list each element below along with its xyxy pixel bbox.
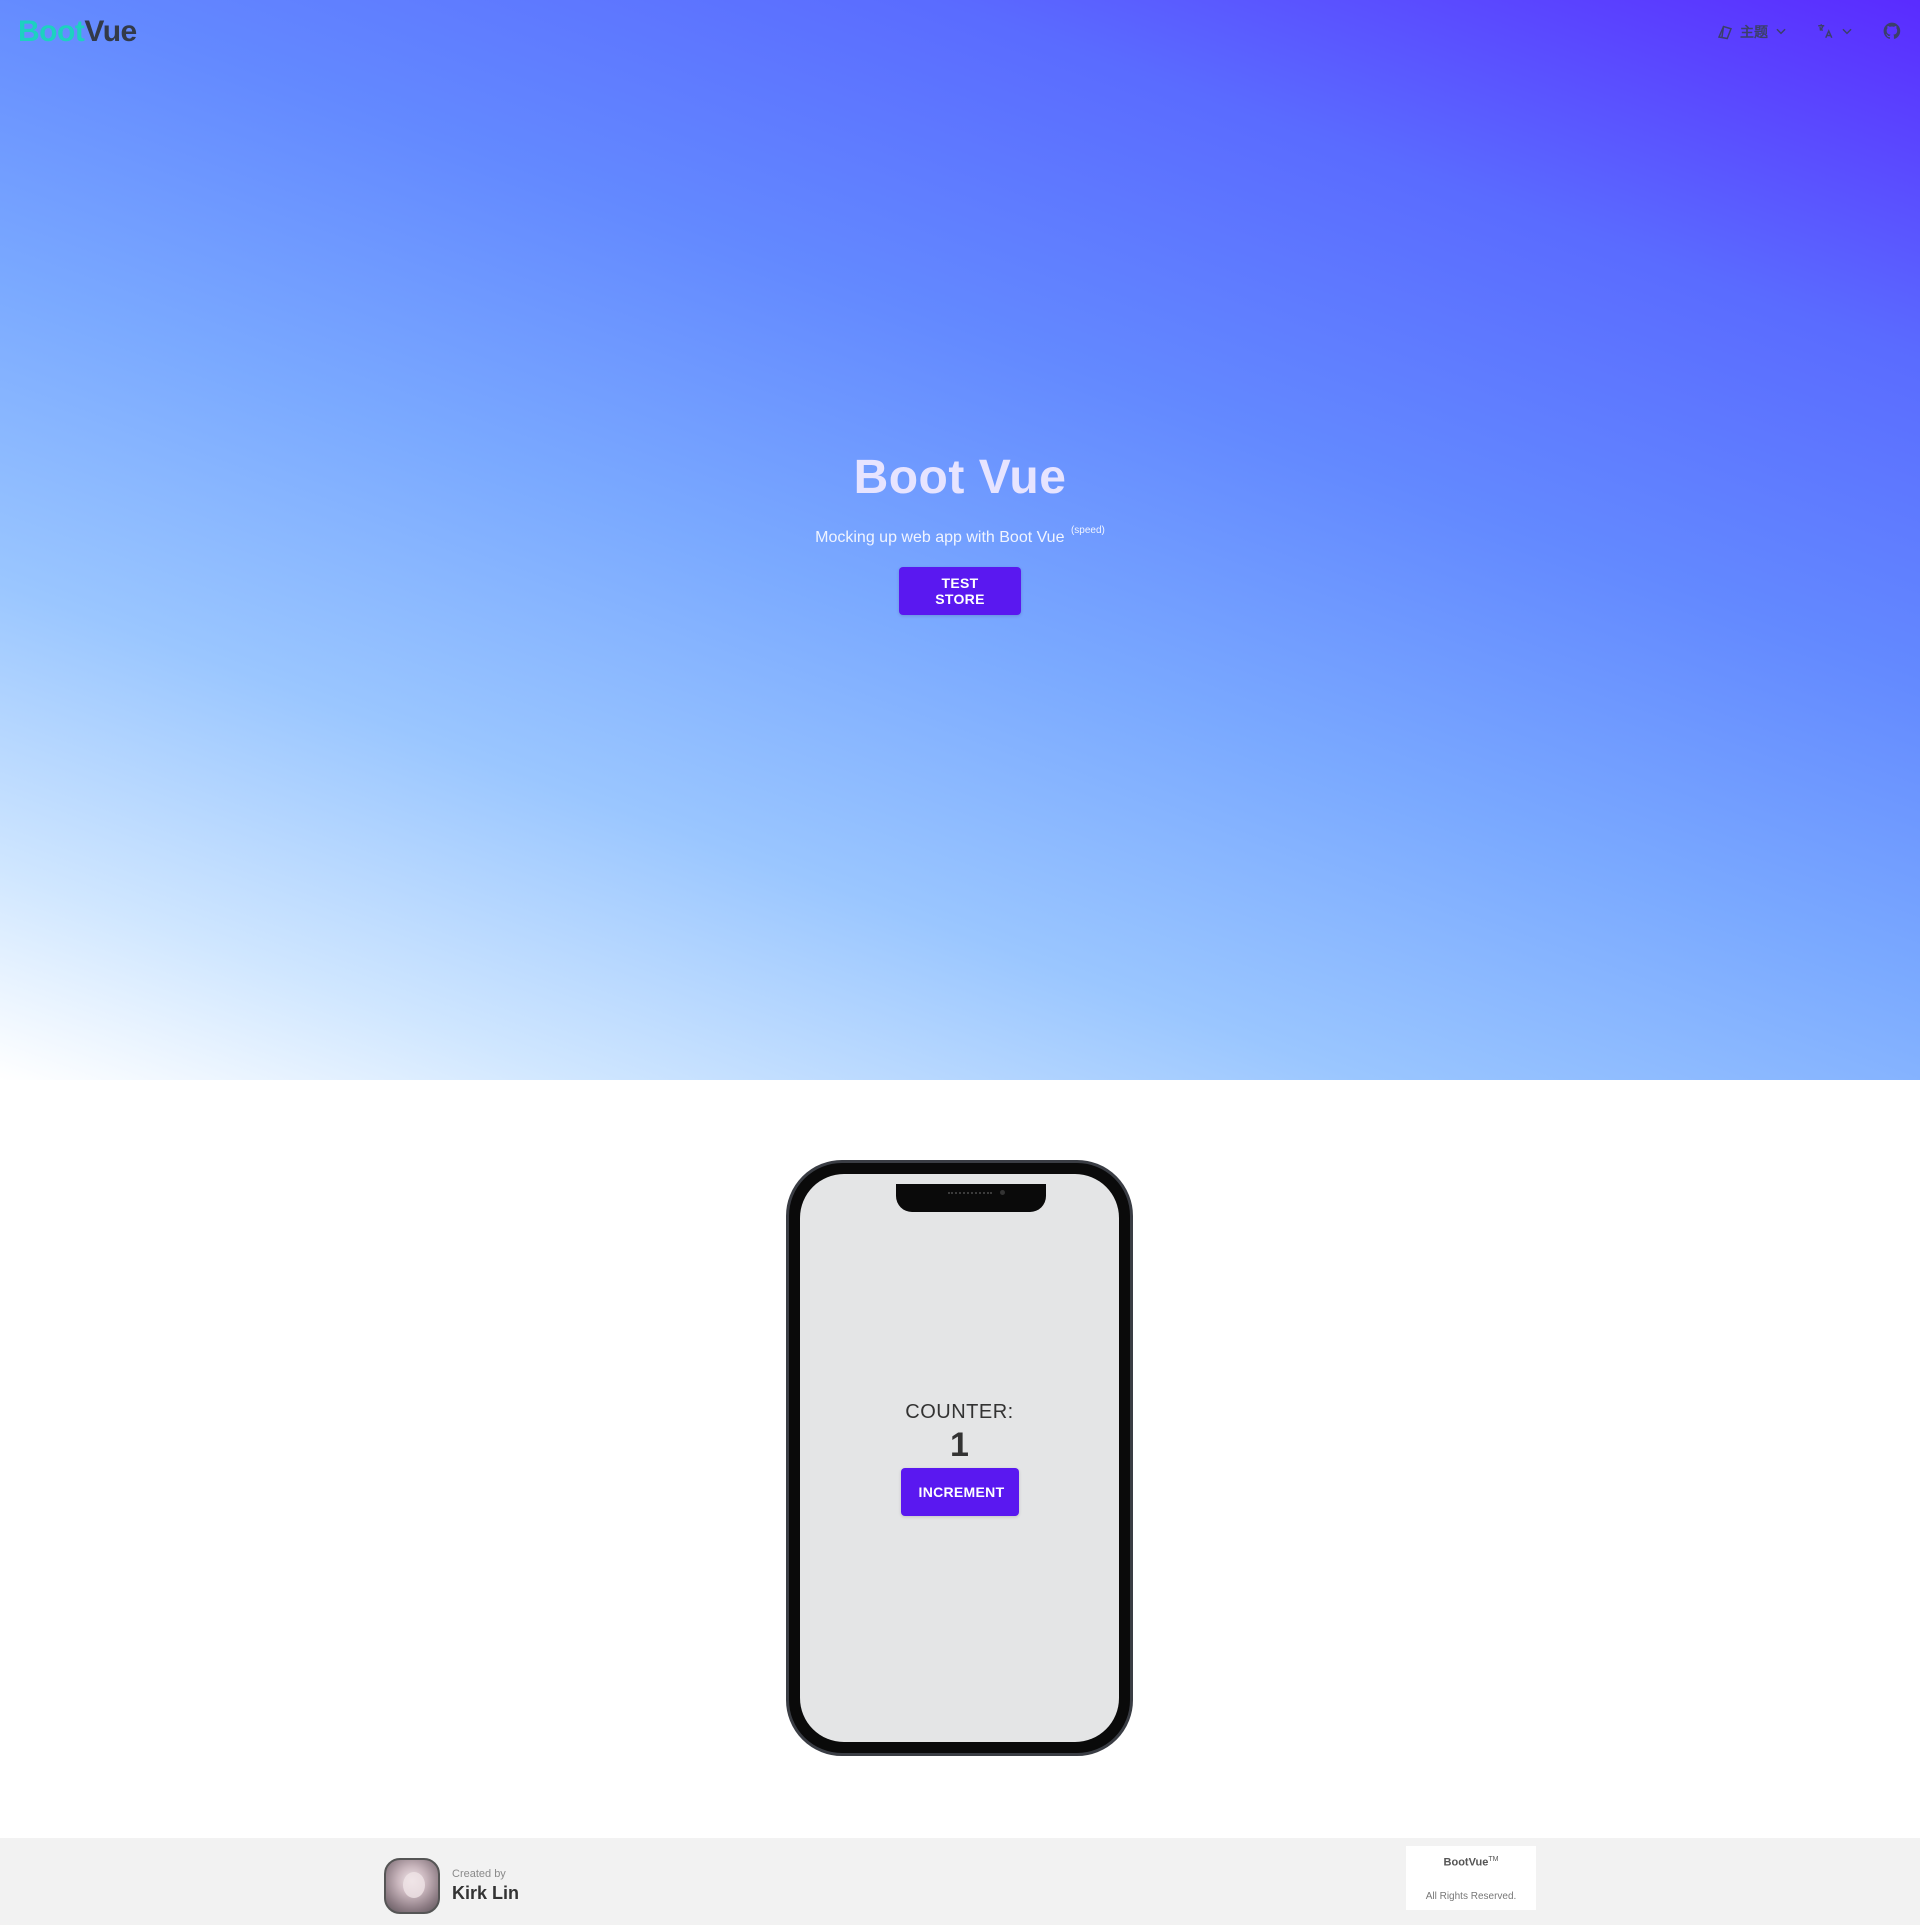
- counter-value: 1: [950, 1425, 969, 1464]
- chevron-down-icon: [1774, 24, 1788, 41]
- author-name[interactable]: Kirk Lin: [452, 1883, 519, 1904]
- increment-button[interactable]: INCREMENT: [900, 1467, 1019, 1516]
- chevron-down-icon: [1840, 24, 1854, 41]
- brand-part-boot: Boot: [18, 15, 85, 48]
- theme-dropdown[interactable]: 主题: [1716, 22, 1788, 43]
- brand-logo[interactable]: BootVue: [18, 15, 137, 49]
- hero-subtitle-sup: (speed): [1070, 525, 1105, 536]
- speaker-grille: [948, 1192, 992, 1194]
- camera-dot: [1000, 1190, 1005, 1195]
- avatar[interactable]: [384, 1858, 440, 1914]
- hero-content: Boot Vue Mocking up web app with Boot Vu…: [0, 450, 1920, 615]
- phone-screen: COUNTER: 1 INCREMENT: [800, 1174, 1119, 1742]
- phone-mockup: COUNTER: 1 INCREMENT: [786, 1160, 1133, 1756]
- hero-section: BootVue 主题 Boot Vue Mocking up web app w…: [0, 0, 1920, 1080]
- brand-part-vue: Vue: [84, 15, 137, 48]
- trademark-symbol: TM: [1488, 1856, 1499, 1863]
- palette-icon: [1716, 22, 1734, 43]
- navbar: BootVue 主题: [0, 0, 1920, 64]
- created-by-label: Created by: [452, 1868, 506, 1880]
- test-store-button[interactable]: TEST STORE: [899, 567, 1021, 615]
- author-text: Created by Kirk Lin: [452, 1868, 519, 1904]
- counter-label: COUNTER:: [905, 1400, 1014, 1423]
- theme-label: 主题: [1740, 24, 1768, 40]
- author-info: Created by Kirk Lin: [384, 1858, 519, 1914]
- copyright-rights: All Rights Reserved.: [1425, 1891, 1517, 1902]
- copyright-box: BootVueTM All Rights Reserved.: [1406, 1846, 1536, 1910]
- phone-notch: [896, 1184, 1046, 1212]
- copyright-brand-text: BootVue: [1443, 1856, 1489, 1869]
- footer: Created by Kirk Lin BootVueTM All Rights…: [0, 1838, 1920, 1925]
- github-link[interactable]: [1882, 21, 1902, 44]
- language-dropdown[interactable]: [1816, 22, 1854, 43]
- github-icon: [1882, 21, 1902, 44]
- translate-icon: [1816, 22, 1834, 43]
- navbar-actions: 主题: [1716, 21, 1902, 44]
- copyright-brand: BootVueTM: [1444, 1856, 1499, 1869]
- hero-title: Boot Vue: [853, 451, 1067, 504]
- hero-subtitle: Mocking up web app with Boot Vue (speed): [815, 525, 1105, 547]
- hero-subtitle-text: Mocking up web app with Boot Vue: [815, 529, 1065, 546]
